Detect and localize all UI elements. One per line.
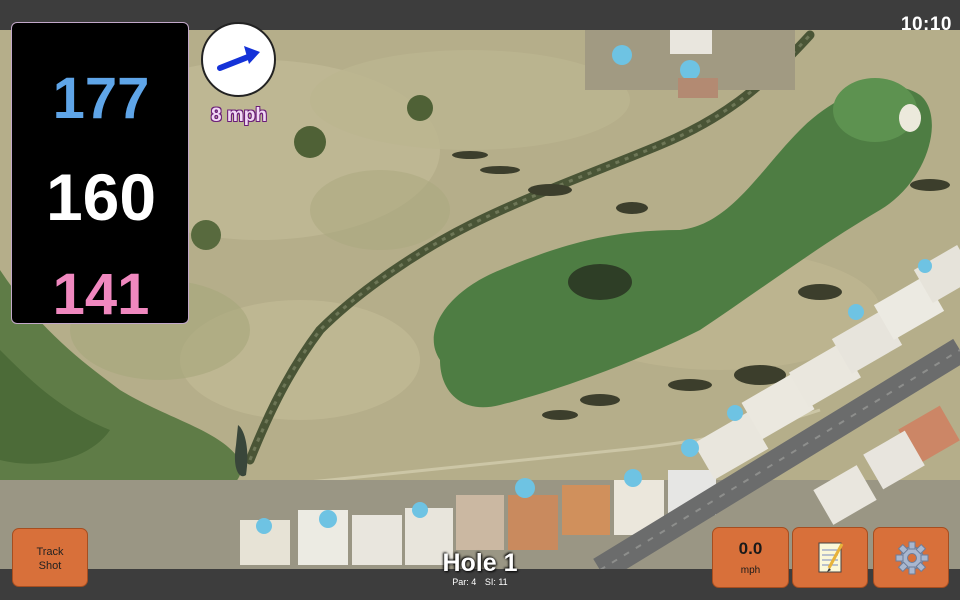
distance-panel[interactable]: 177 160 141 bbox=[11, 22, 189, 327]
speed-button[interactable]: 0.0 mph bbox=[712, 527, 789, 588]
front-distance: 141 bbox=[52, 262, 150, 327]
middle-distance: 160 bbox=[45, 160, 157, 234]
notepad-icon bbox=[818, 542, 844, 573]
track-shot-label-line2: Shot bbox=[38, 560, 62, 572]
gear-icon bbox=[895, 541, 929, 575]
wind-direction-dial[interactable] bbox=[201, 22, 276, 97]
hole-stroke-index: SI: 11 bbox=[484, 577, 508, 587]
golf-gps-app: 10:10 177 160 141 8 mph Track Shot Hole … bbox=[0, 0, 960, 600]
hole-title: Hole 1 bbox=[442, 549, 518, 577]
track-shot-label-line1: Track bbox=[36, 546, 64, 558]
hole-par: Par: 4 bbox=[452, 577, 477, 587]
notes-button[interactable] bbox=[792, 527, 868, 588]
arrow-right-up-icon bbox=[217, 46, 260, 71]
speed-unit: mph bbox=[740, 565, 761, 576]
wind-speed: 8 mph bbox=[211, 105, 267, 126]
hole-meta: Par: 4 SI: 11 bbox=[400, 577, 560, 587]
speed-value: 0.0 bbox=[738, 539, 763, 558]
settings-button[interactable] bbox=[873, 527, 949, 588]
back-distance: 177 bbox=[52, 66, 150, 131]
track-shot-button[interactable]: Track Shot bbox=[12, 528, 88, 587]
